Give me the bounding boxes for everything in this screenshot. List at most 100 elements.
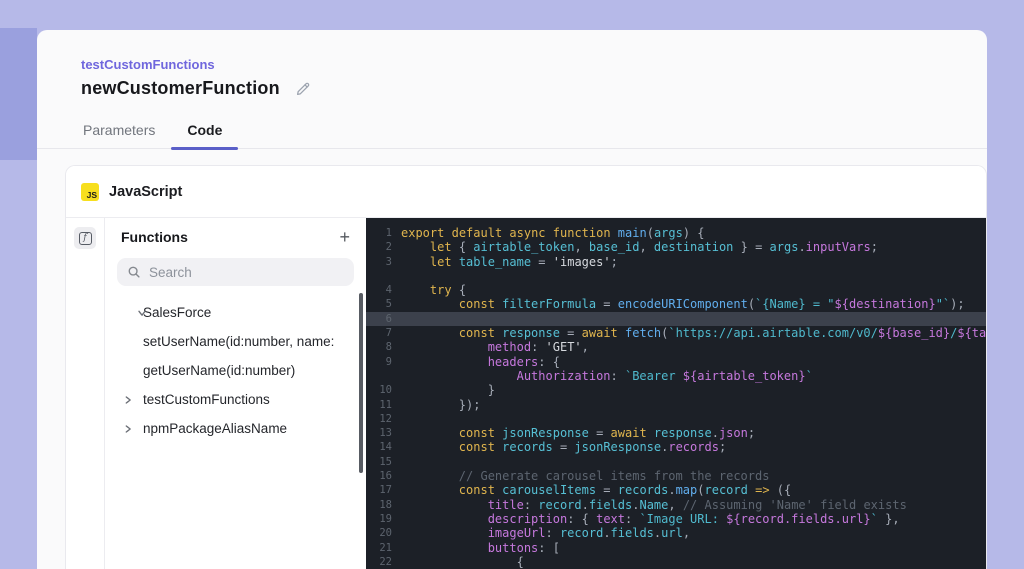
code-line[interactable]: 8 method: 'GET',: [366, 340, 986, 354]
code-line-text: try {: [429, 283, 467, 298]
language-label: JavaScript: [109, 183, 183, 200]
code-line-text: // Generate carousel items from the reco…: [458, 469, 770, 484]
line-number: [366, 369, 392, 383]
code-line[interactable]: 5 const filterFormula = encodeURICompone…: [366, 297, 986, 311]
line-number: 11: [379, 398, 392, 411]
search-icon: [128, 266, 140, 278]
function-icon: f: [78, 231, 92, 245]
line-number: 21: [379, 541, 392, 554]
code-line[interactable]: 14 const records = jsonResponse.records;: [366, 440, 986, 454]
tree-item-label: getUserName(id:number): [143, 363, 296, 378]
code-line[interactable]: 12: [366, 412, 986, 426]
page-title: newCustomerFunction: [81, 78, 280, 98]
edit-title-pencil-icon[interactable]: [294, 80, 312, 98]
line-number: 6: [385, 312, 392, 325]
tree-item-4[interactable]: npmPackageAliasName: [105, 414, 366, 443]
tree-item-label: SalesForce: [143, 305, 212, 320]
code-line-text: title: record.fields.Name, // Assuming '…: [487, 497, 907, 512]
background-corner-block: [0, 28, 37, 160]
tree-item-2[interactable]: getUserName(id:number): [105, 356, 366, 385]
code-line[interactable]: 21 buttons: [: [366, 541, 986, 555]
line-number: 16: [379, 470, 392, 483]
line-number: 20: [379, 527, 392, 540]
code-editor[interactable]: 1 export default async function main(args…: [366, 218, 986, 569]
line-number: 18: [379, 498, 392, 511]
code-line-text: const records = jsonResponse.records;: [458, 440, 727, 455]
code-line-text: method: 'GET',: [487, 340, 589, 355]
code-line-text: let table_name = 'images';: [429, 254, 618, 269]
code-line[interactable]: 3 let table_name = 'images';: [366, 255, 986, 269]
code-line-text: const filterFormula = encodeURIComponent…: [458, 297, 965, 312]
functions-tree: SalesForce setUserName(id:number, name: ge…: [105, 298, 366, 443]
code-line-text: let { airtable_token, base_id, destinati…: [429, 240, 878, 255]
line-number: 14: [379, 441, 392, 454]
function-search-input[interactable]: [149, 264, 344, 280]
code-line[interactable]: 2 let { airtable_token, base_id, destina…: [366, 240, 986, 254]
code-line[interactable]: 11 });: [366, 398, 986, 412]
functions-panel-header: Functions +: [105, 218, 366, 246]
functions-panel-toggle-button[interactable]: f: [74, 227, 96, 249]
line-number: 5: [385, 298, 392, 311]
tab-parameters-label: Parameters: [83, 121, 156, 138]
function-search-box[interactable]: [117, 258, 354, 286]
line-number: 12: [379, 412, 392, 425]
tab-code[interactable]: Code: [171, 111, 239, 150]
code-line[interactable]: 13 const jsonResponse = await response.j…: [366, 426, 986, 440]
code-line[interactable]: 1 export default async function main(args…: [366, 226, 986, 240]
line-number: 4: [385, 284, 392, 297]
line-number: 17: [379, 484, 392, 497]
code-line-text: });: [401, 397, 481, 412]
main-card: testCustomFunctions newCustomerFunction …: [37, 30, 987, 569]
code-line-text: buttons: [: [487, 540, 560, 555]
breadcrumb[interactable]: testCustomFunctions: [81, 57, 215, 72]
javascript-badge-icon: JS: [81, 182, 99, 201]
line-number: 19: [379, 512, 392, 525]
code-line[interactable]: 19 description: { text: `Image URL: ${re…: [366, 512, 986, 526]
line-number: 15: [379, 455, 392, 468]
line-number: 22: [379, 555, 392, 568]
code-line-text: export default async function main(args)…: [401, 226, 705, 240]
code-line-text: Authorization: `Bearer ${airtable_token}…: [516, 368, 813, 383]
line-number: 7: [385, 327, 392, 340]
line-number: 1: [385, 227, 392, 239]
code-line[interactable]: 9 headers: {: [366, 355, 986, 369]
tree-item-1[interactable]: setUserName(id:number, name:: [105, 327, 366, 356]
code-line[interactable]: Authorization: `Bearer ${airtable_token}…: [366, 369, 986, 383]
code-line[interactable]: 18 title: record.fields.Name, // Assumin…: [366, 498, 986, 512]
functions-panel-scrollbar[interactable]: [359, 293, 363, 473]
tree-item-0[interactable]: SalesForce: [105, 298, 366, 327]
add-function-button[interactable]: +: [339, 228, 350, 246]
code-line[interactable]: [366, 269, 986, 283]
code-line[interactable]: 16 // Generate carousel items from the r…: [366, 469, 986, 483]
tree-item-label: npmPackageAliasName: [143, 421, 288, 436]
functions-panel: Functions + SalesForce setUserName(id:num…: [105, 218, 366, 569]
code-line-active[interactable]: 6: [366, 311, 986, 327]
chevron-down-icon[interactable]: [122, 307, 146, 319]
tree-item-label: setUserName(id:number, name:: [143, 334, 335, 349]
line-number: 2: [385, 241, 392, 254]
code-line[interactable]: 20 imageUrl: record.fields.url,: [366, 526, 986, 540]
code-line[interactable]: 22 {: [366, 555, 986, 569]
title-row: newCustomerFunction: [81, 78, 312, 99]
tree-item-3[interactable]: testCustomFunctions: [105, 385, 366, 414]
tab-parameters[interactable]: Parameters: [67, 111, 171, 148]
line-number: 3: [385, 255, 392, 268]
chevron-right-icon[interactable]: [122, 423, 136, 435]
code-line[interactable]: 10 }: [366, 383, 986, 397]
line-number: 10: [379, 384, 392, 397]
code-line-text: imageUrl: record.fields.url,: [487, 526, 691, 541]
tab-bar: Parameters Code: [37, 111, 987, 150]
code-line[interactable]: 7 const response = await fetch(`https://…: [366, 326, 986, 340]
line-number: 8: [385, 341, 392, 354]
chevron-right-icon[interactable]: [122, 394, 136, 406]
code-line[interactable]: 15: [366, 455, 986, 469]
tree-item-label: testCustomFunctions: [143, 392, 270, 407]
code-line[interactable]: 4 try {: [366, 283, 986, 297]
editor-body: f Functions + SalesForce setUserName(id:n…: [66, 218, 986, 569]
code-line-text: description: { text: `Image URL: ${recor…: [487, 511, 900, 526]
left-icon-strip: f: [66, 218, 105, 569]
line-number: 9: [385, 355, 392, 368]
code-line-text: const carouselItems = records.map(record…: [458, 483, 792, 498]
line-number: 13: [379, 427, 392, 440]
code-line[interactable]: 17 const carouselItems = records.map(rec…: [366, 483, 986, 497]
